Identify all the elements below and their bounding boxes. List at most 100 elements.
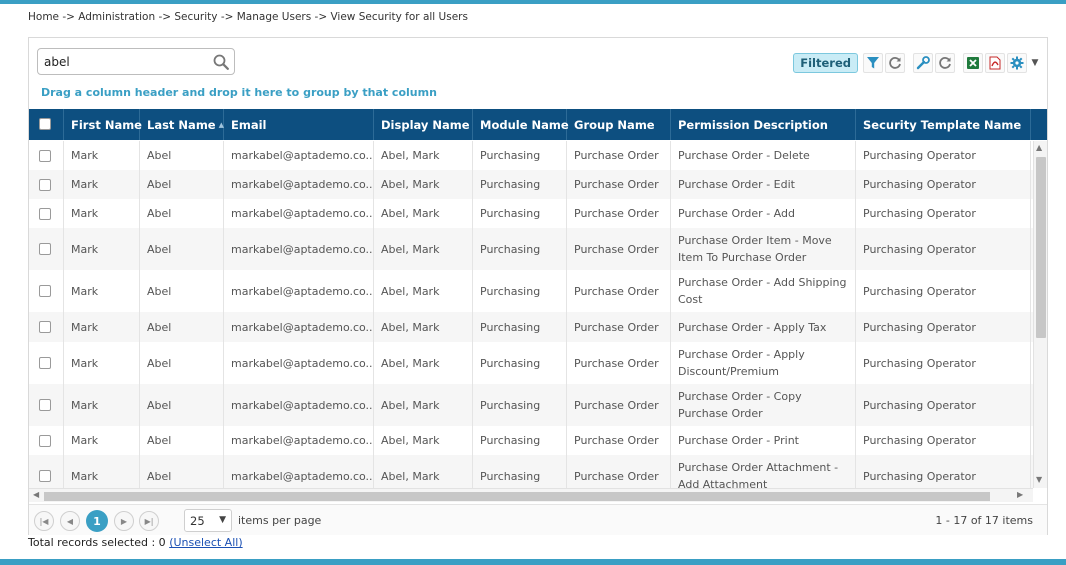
row-checkbox[interactable] bbox=[39, 357, 51, 369]
cell-display-name: Abel, Mark bbox=[374, 426, 473, 455]
row-checkbox[interactable] bbox=[39, 285, 51, 297]
column-settings-button[interactable] bbox=[913, 53, 933, 73]
cell-email: markabel@aptademo.co... bbox=[224, 312, 374, 342]
filter-button[interactable] bbox=[863, 53, 883, 73]
cell-group-name: Purchase Order bbox=[567, 455, 671, 488]
filtered-badge[interactable]: Filtered bbox=[793, 53, 858, 73]
pdf-icon bbox=[989, 56, 1001, 70]
chevron-down-icon: ▼ bbox=[219, 515, 226, 525]
column-header-module-name[interactable]: Module Name bbox=[473, 109, 569, 140]
cell-module-name: Purchasing bbox=[473, 228, 567, 270]
refresh-icon bbox=[939, 57, 951, 69]
previous-page-button[interactable]: ◀ bbox=[60, 511, 80, 531]
table-row[interactable]: Mark Abel markabel@aptademo.co... Abel, … bbox=[29, 455, 1033, 488]
column-header-display-name[interactable]: Display Name bbox=[374, 109, 473, 140]
breadcrumb: Home -> Administration -> Security -> Ma… bbox=[28, 11, 468, 23]
scroll-up-icon[interactable]: ▲ bbox=[1036, 143, 1042, 152]
cell-module-name: Purchasing bbox=[473, 426, 567, 455]
settings-caret-down-icon[interactable]: ▼ bbox=[1029, 53, 1041, 73]
table-row[interactable]: Mark Abel markabel@aptademo.co... Abel, … bbox=[29, 199, 1033, 228]
cell-first-name: Mark bbox=[64, 342, 140, 384]
row-checkbox[interactable] bbox=[39, 207, 51, 220]
row-checkbox[interactable] bbox=[39, 399, 51, 411]
cell-first-name: Mark bbox=[64, 312, 140, 342]
cell-group-name: Purchase Order bbox=[567, 141, 671, 170]
cell-security-template-name: Purchasing Operator bbox=[856, 170, 1031, 199]
horizontal-scrollbar[interactable]: ◀ ▶ bbox=[29, 488, 1033, 502]
cell-last-name: Abel bbox=[140, 312, 224, 342]
column-header-security-template-name[interactable]: Security Template Name bbox=[856, 109, 1031, 140]
search-input[interactable] bbox=[44, 53, 214, 71]
last-page-button[interactable]: ▶| bbox=[139, 511, 159, 531]
top-accent-bar bbox=[0, 0, 1066, 4]
scroll-down-icon[interactable]: ▼ bbox=[1036, 475, 1042, 484]
vertical-scroll-thumb[interactable] bbox=[1036, 157, 1046, 338]
table-row[interactable]: Mark Abel markabel@aptademo.co... Abel, … bbox=[29, 426, 1033, 455]
table-row[interactable]: Mark Abel markabel@aptademo.co... Abel, … bbox=[29, 228, 1033, 270]
cell-first-name: Mark bbox=[64, 170, 140, 199]
cell-group-name: Purchase Order bbox=[567, 342, 671, 384]
export-pdf-button[interactable] bbox=[985, 53, 1005, 73]
reset-columns-button[interactable] bbox=[935, 53, 955, 73]
row-checkbox[interactable] bbox=[39, 243, 51, 255]
row-checkbox[interactable] bbox=[39, 434, 51, 447]
row-checkbox[interactable] bbox=[39, 178, 51, 191]
cell-group-name: Purchase Order bbox=[567, 199, 671, 228]
row-checkbox[interactable] bbox=[39, 470, 51, 482]
previous-page-icon: ◀ bbox=[66, 516, 74, 526]
scroll-right-icon[interactable]: ▶ bbox=[1017, 490, 1023, 499]
cell-module-name: Purchasing bbox=[473, 384, 567, 426]
last-page-icon: ▶| bbox=[144, 516, 154, 526]
next-page-button[interactable]: ▶ bbox=[114, 511, 134, 531]
cell-first-name: Mark bbox=[64, 199, 140, 228]
cell-first-name: Mark bbox=[64, 228, 140, 270]
cell-email: markabel@aptademo.co... bbox=[224, 455, 374, 488]
column-header-last-name[interactable]: Last Name ▲ bbox=[140, 109, 224, 140]
cell-last-name: Abel bbox=[140, 270, 224, 312]
grid-settings-button[interactable] bbox=[1007, 53, 1027, 73]
horizontal-scroll-thumb[interactable] bbox=[44, 492, 990, 501]
current-page-button[interactable]: 1 bbox=[86, 510, 108, 532]
breadcrumb-text: Home -> Administration -> Security -> Ma… bbox=[28, 11, 468, 23]
table-row[interactable]: Mark Abel markabel@aptademo.co... Abel, … bbox=[29, 342, 1033, 384]
cell-first-name: Mark bbox=[64, 384, 140, 426]
cell-last-name: Abel bbox=[140, 384, 224, 426]
cell-email: markabel@aptademo.co... bbox=[224, 384, 374, 426]
table-row[interactable]: Mark Abel markabel@aptademo.co... Abel, … bbox=[29, 384, 1033, 426]
clear-filter-button[interactable] bbox=[885, 53, 905, 73]
table-row[interactable]: Mark Abel markabel@aptademo.co... Abel, … bbox=[29, 312, 1033, 342]
row-checkbox[interactable] bbox=[39, 149, 51, 162]
cell-permission-description: Purchase Order - Edit bbox=[671, 170, 856, 199]
select-all-checkbox[interactable] bbox=[39, 118, 51, 130]
cell-first-name: Mark bbox=[64, 270, 140, 312]
column-header-email[interactable]: Email bbox=[224, 109, 374, 140]
cell-display-name: Abel, Mark bbox=[374, 199, 473, 228]
cell-first-name: Mark bbox=[64, 426, 140, 455]
search-box[interactable] bbox=[37, 48, 235, 75]
column-header-first-name[interactable]: First Name bbox=[64, 109, 142, 140]
cell-display-name: Abel, Mark bbox=[374, 342, 473, 384]
cell-permission-description: Purchase Order - Apply Discount/Premium bbox=[671, 342, 856, 384]
page-info: 1 - 17 of 17 items bbox=[935, 514, 1033, 527]
vertical-scrollbar[interactable]: ▲ ▼ bbox=[1033, 141, 1047, 488]
security-grid-panel: Filtered ▼ Drag a column header and drop… bbox=[28, 37, 1048, 535]
table-row[interactable]: Mark Abel markabel@aptademo.co... Abel, … bbox=[29, 141, 1033, 170]
scroll-left-icon[interactable]: ◀ bbox=[33, 490, 39, 499]
items-per-page-select[interactable]: 25 ▼ bbox=[184, 509, 232, 532]
cell-email: markabel@aptademo.co... bbox=[224, 199, 374, 228]
cell-permission-description: Purchase Order - Add bbox=[671, 199, 856, 228]
table-row[interactable]: Mark Abel markabel@aptademo.co... Abel, … bbox=[29, 270, 1033, 312]
cell-group-name: Purchase Order bbox=[567, 270, 671, 312]
export-excel-button[interactable] bbox=[963, 53, 983, 73]
cell-security-template-name: Purchasing Operator bbox=[856, 342, 1031, 384]
column-header-group-name[interactable]: Group Name bbox=[567, 109, 671, 140]
table-row[interactable]: Mark Abel markabel@aptademo.co... Abel, … bbox=[29, 170, 1033, 199]
unselect-all-link[interactable]: (Unselect All) bbox=[169, 536, 242, 549]
search-icon[interactable] bbox=[213, 54, 229, 70]
filter-icon bbox=[867, 57, 879, 69]
column-header-permission-description[interactable]: Permission Description bbox=[671, 109, 856, 140]
cell-security-template-name: Purchasing Operator bbox=[856, 384, 1031, 426]
first-page-button[interactable]: |◀ bbox=[34, 511, 54, 531]
refresh-icon bbox=[889, 57, 901, 69]
row-checkbox[interactable] bbox=[39, 321, 51, 333]
